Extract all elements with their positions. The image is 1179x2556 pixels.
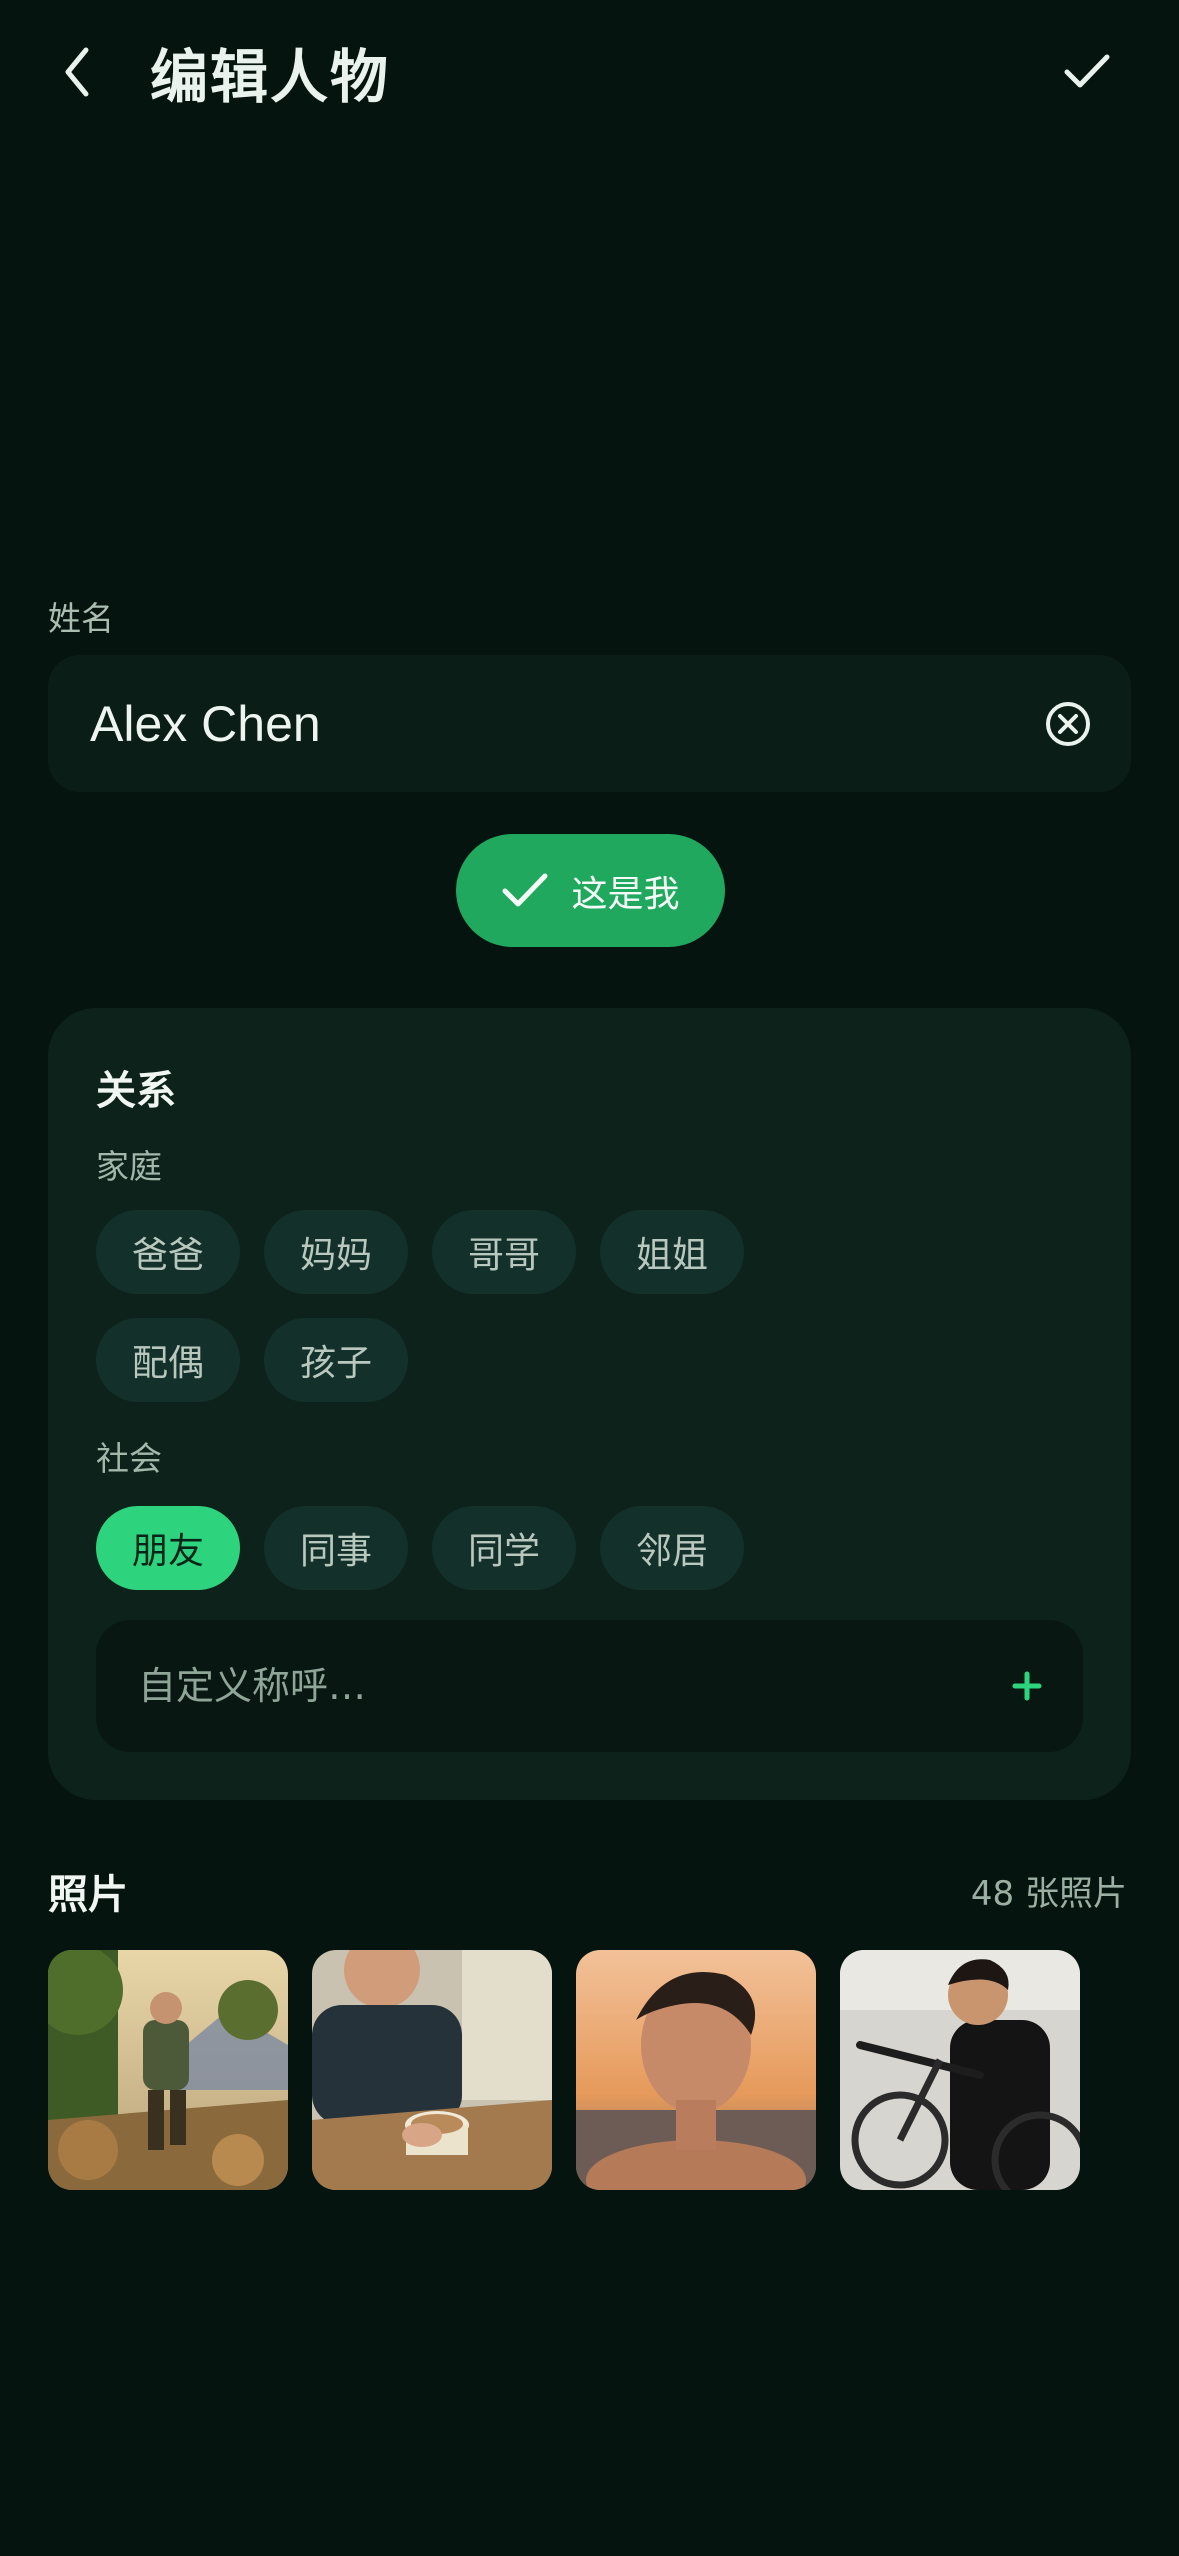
clear-button[interactable] [1043, 699, 1093, 749]
chevron-left-icon [65, 47, 89, 97]
chip-older-brother[interactable]: 哥哥 [432, 1210, 576, 1294]
check-icon [1064, 54, 1110, 88]
edit-person-screen: 编辑人物 姓名 这是我 关系 家庭 爸爸 妈妈 哥哥 姐姐 配偶 [0, 0, 1179, 2556]
coffee-photo [312, 1950, 552, 2190]
chip-neighbor[interactable]: 邻居 [600, 1506, 744, 1590]
name-label: 姓名 [48, 599, 114, 638]
chip-colleague[interactable]: 同事 [264, 1506, 408, 1590]
photo-thumbnail-bicycle[interactable] [840, 1950, 1080, 2190]
chip-older-sister[interactable]: 姐姐 [600, 1210, 744, 1294]
custom-relationship-field [96, 1620, 1083, 1752]
check-icon [502, 873, 548, 906]
photo-count: 48 张照片 [970, 1874, 1127, 1914]
this-is-me-button[interactable]: 这是我 [456, 834, 725, 947]
photos-title: 照片 [48, 1872, 128, 1918]
back-button[interactable] [52, 40, 102, 104]
photo-thumbnail-beach[interactable] [576, 1950, 816, 2190]
add-custom-button[interactable] [1001, 1660, 1053, 1712]
this-is-me-label: 这是我 [571, 873, 680, 915]
page-title: 编辑人物 [150, 43, 391, 111]
chip-classmate[interactable]: 同学 [432, 1506, 576, 1590]
chip-mom[interactable]: 妈妈 [264, 1210, 408, 1294]
confirm-button[interactable] [1055, 40, 1119, 104]
family-group-label: 家庭 [96, 1147, 162, 1186]
chip-dad[interactable]: 爸爸 [96, 1210, 240, 1294]
social-group-label: 社会 [96, 1439, 162, 1478]
relationship-card: 关系 家庭 爸爸 妈妈 哥哥 姐姐 配偶 孩子 社会 朋友 同事 同学 邻居 [48, 1008, 1131, 1800]
custom-relationship-input[interactable] [138, 1620, 958, 1752]
beach-sunset-photo [576, 1950, 816, 2190]
name-field [48, 655, 1131, 792]
relationship-title: 关系 [96, 1068, 176, 1114]
clear-circle-icon [1046, 702, 1090, 746]
chip-spouse[interactable]: 配偶 [96, 1318, 240, 1402]
photo-thumbnail-hiking[interactable] [48, 1950, 288, 2190]
photo-thumbnail-coffee[interactable] [312, 1950, 552, 2190]
top-bar: 编辑人物 [0, 0, 1179, 150]
plus-icon [1012, 1671, 1042, 1701]
name-input[interactable] [90, 655, 990, 792]
chip-child[interactable]: 孩子 [264, 1318, 408, 1402]
chip-friend[interactable]: 朋友 [96, 1506, 240, 1590]
bicycle-photo [840, 1950, 1080, 2190]
hiking-photo [48, 1950, 288, 2190]
